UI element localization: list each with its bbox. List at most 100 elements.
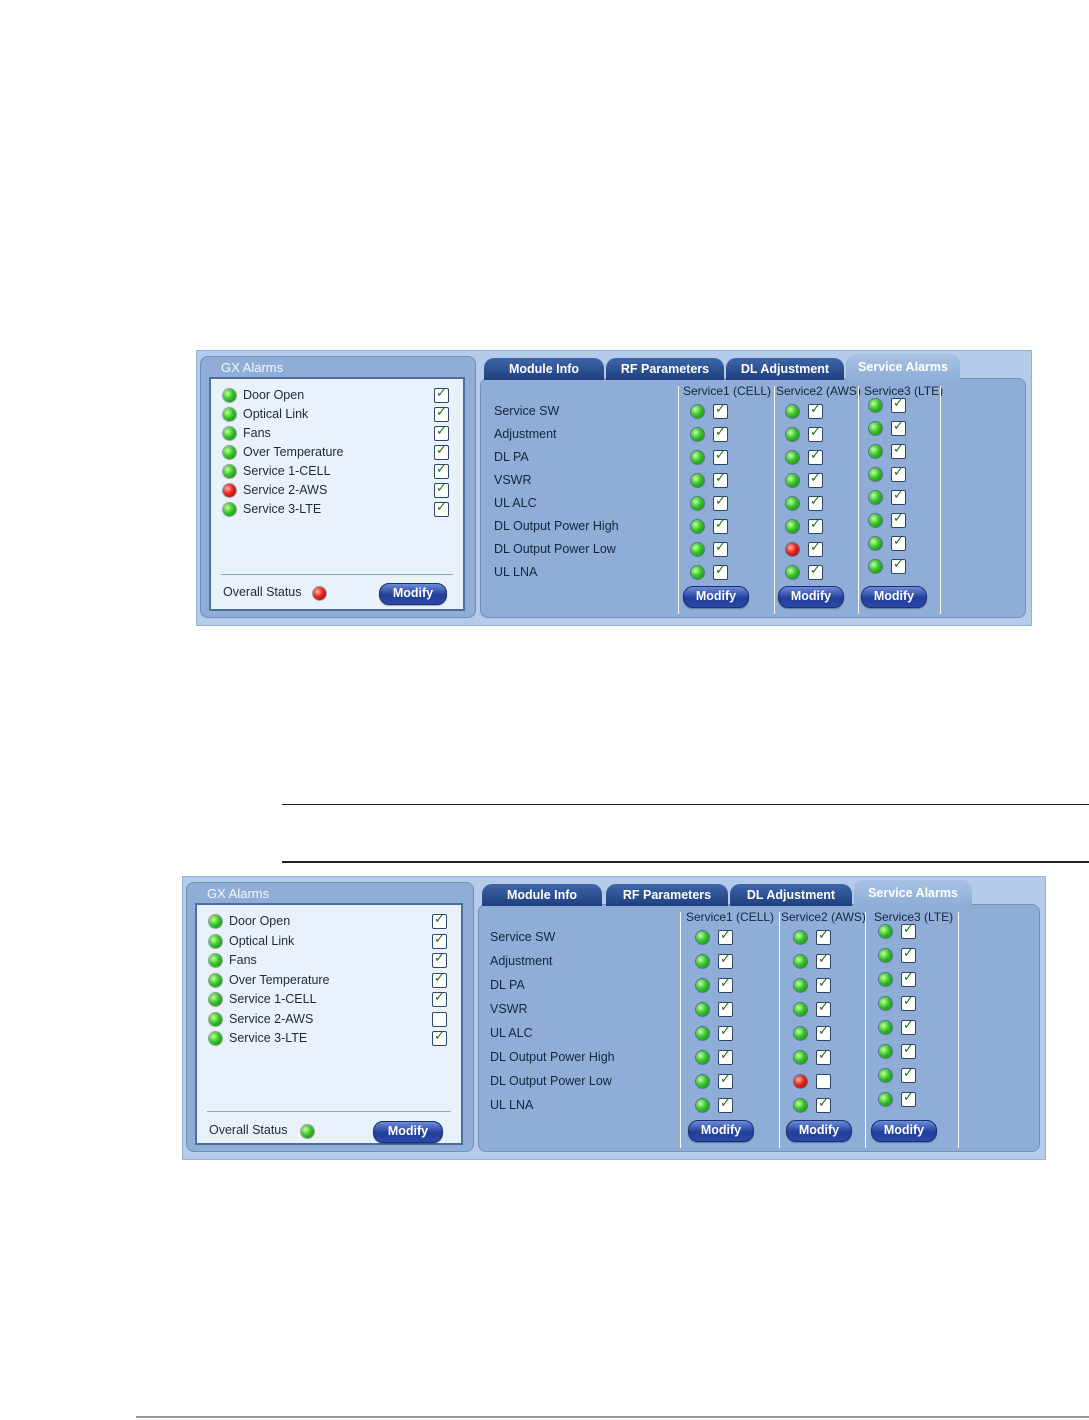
service-alarm-led [794, 1099, 807, 1112]
alarm-enable-checkbox[interactable] [434, 462, 449, 479]
service-alarm-checkbox[interactable] [891, 396, 906, 413]
service-alarm-checkbox[interactable] [713, 448, 728, 465]
alarm-enable-checkbox[interactable] [432, 912, 447, 929]
alarm-enable-checkbox[interactable] [432, 1011, 447, 1027]
service-alarm-checkbox[interactable] [816, 952, 831, 969]
service-alarm-checkbox[interactable] [816, 1096, 831, 1113]
service-alarm-checkbox[interactable] [901, 922, 916, 939]
service-alarm-checkbox[interactable] [808, 540, 823, 557]
service-alarm-checkbox[interactable] [901, 994, 916, 1011]
service-alarm-led [696, 931, 709, 944]
alarm-enable-checkbox[interactable] [432, 971, 447, 988]
service-alarm-checkbox[interactable] [901, 1090, 916, 1107]
service-alarm-checkbox[interactable] [808, 402, 823, 419]
service-column-header: Service2 (AWS) [781, 910, 866, 924]
service-alarm-checkbox[interactable] [901, 1066, 916, 1083]
tab-rf-parameters[interactable]: RF Parameters [606, 358, 724, 380]
alarm-enable-checkbox[interactable] [434, 500, 449, 517]
service-alarm-checkbox[interactable] [891, 442, 906, 459]
service-alarm-checkbox[interactable] [718, 928, 733, 945]
alarm-enable-checkbox[interactable] [434, 386, 449, 403]
service-alarm-checkbox[interactable] [713, 425, 728, 442]
service-alarm-checkbox[interactable] [713, 402, 728, 419]
parameter-label: VSWR [490, 1002, 528, 1016]
tab-module-info[interactable]: Module Info [484, 358, 604, 380]
service-alarm-checkbox[interactable] [891, 557, 906, 574]
alarm-enable-checkbox[interactable] [434, 405, 449, 422]
service-alarm-checkbox[interactable] [718, 952, 733, 969]
service-alarm-checkbox[interactable] [891, 465, 906, 482]
service-alarm-checkbox[interactable] [808, 494, 823, 511]
service-alarm-led [794, 931, 807, 944]
service-alarm-checkbox[interactable] [891, 511, 906, 528]
service-modify-button[interactable]: Modify [861, 586, 927, 608]
service-modify-button[interactable]: Modify [786, 1120, 852, 1142]
service-alarm-checkbox[interactable] [713, 563, 728, 580]
tab-rf-parameters[interactable]: RF Parameters [606, 884, 728, 906]
tab-service-alarms[interactable]: Service Alarms [846, 354, 960, 380]
service-alarm-checkbox[interactable] [891, 488, 906, 505]
service-alarm-checkbox[interactable] [718, 1000, 733, 1017]
service-alarm-checkbox[interactable] [901, 1042, 916, 1059]
service-alarm-checkbox[interactable] [816, 928, 831, 945]
service-alarm-checkbox[interactable] [713, 517, 728, 534]
service-column-separator [680, 912, 681, 1148]
service-alarm-checkbox[interactable] [718, 976, 733, 993]
tab-module-info[interactable]: Module Info [482, 884, 602, 906]
service-modify-button[interactable]: Modify [688, 1120, 754, 1142]
alarm-enable-checkbox[interactable] [432, 951, 447, 968]
service-alarm-led [691, 497, 704, 510]
service-alarm-checkbox[interactable] [901, 1018, 916, 1035]
service-modify-button[interactable]: Modify [778, 586, 844, 608]
gx-alarm-row: Door Open [223, 386, 451, 405]
service-alarm-checkbox[interactable] [718, 1096, 733, 1113]
service-alarm-checkbox[interactable] [713, 540, 728, 557]
gx-alarms-modify-button[interactable]: Modify [373, 1121, 443, 1143]
tab-service-alarms[interactable]: Service Alarms [854, 880, 972, 906]
service-alarm-led [879, 1069, 892, 1082]
alarm-status-led [223, 465, 236, 478]
service-alarm-checkbox[interactable] [816, 1024, 831, 1041]
service-alarm-checkbox[interactable] [718, 1048, 733, 1065]
alarm-enable-checkbox[interactable] [434, 481, 449, 498]
service-alarm-checkbox[interactable] [901, 970, 916, 987]
service-alarm-checkbox[interactable] [901, 946, 916, 963]
service-alarm-checkbox[interactable] [718, 1024, 733, 1041]
service-alarm-checkbox[interactable] [808, 425, 823, 442]
service-alarm-checkbox[interactable] [816, 1048, 831, 1065]
service-alarm-checkbox[interactable] [713, 494, 728, 511]
alarm-status-led [223, 446, 236, 459]
service-alarm-checkbox[interactable] [891, 534, 906, 551]
service-alarm-led [794, 1051, 807, 1064]
service-alarm-checkbox[interactable] [718, 1072, 733, 1089]
parameter-label: VSWR [494, 473, 532, 487]
service-alarm-led [786, 451, 799, 464]
alarm-enable-checkbox[interactable] [434, 424, 449, 441]
status-divider [221, 574, 453, 575]
service-alarm-checkbox[interactable] [816, 1074, 831, 1089]
service-alarm-checkbox[interactable] [808, 563, 823, 580]
service-alarm-led [869, 491, 882, 504]
service-alarm-checkbox[interactable] [808, 471, 823, 488]
service-alarm-checkbox[interactable] [808, 517, 823, 534]
alarm-enable-checkbox[interactable] [434, 443, 449, 460]
tab-dl-adjustment[interactable]: DL Adjustment [730, 884, 852, 906]
gx-alarm-row: Service 1-CELL [223, 462, 451, 481]
service-alarm-checkbox[interactable] [891, 419, 906, 436]
service-modify-button[interactable]: Modify [683, 586, 749, 608]
alarm-status-led [209, 1012, 222, 1026]
service-alarm-led [696, 1075, 709, 1088]
service-alarm-checkbox[interactable] [816, 976, 831, 993]
gx-alarm-label: Service 3-LTE [243, 502, 322, 516]
alarm-enable-checkbox[interactable] [432, 990, 447, 1007]
parameter-label: Adjustment [494, 427, 557, 441]
service-alarm-checkbox[interactable] [816, 1000, 831, 1017]
service-alarm-checkbox[interactable] [713, 471, 728, 488]
service-modify-button[interactable]: Modify [871, 1120, 937, 1142]
gx-alarms-modify-button[interactable]: Modify [379, 583, 447, 605]
tab-dl-adjustment[interactable]: DL Adjustment [726, 358, 844, 380]
gx-alarm-label: Over Temperature [243, 445, 344, 459]
alarm-enable-checkbox[interactable] [432, 932, 447, 949]
alarm-enable-checkbox[interactable] [432, 1029, 447, 1046]
service-alarm-checkbox[interactable] [808, 448, 823, 465]
